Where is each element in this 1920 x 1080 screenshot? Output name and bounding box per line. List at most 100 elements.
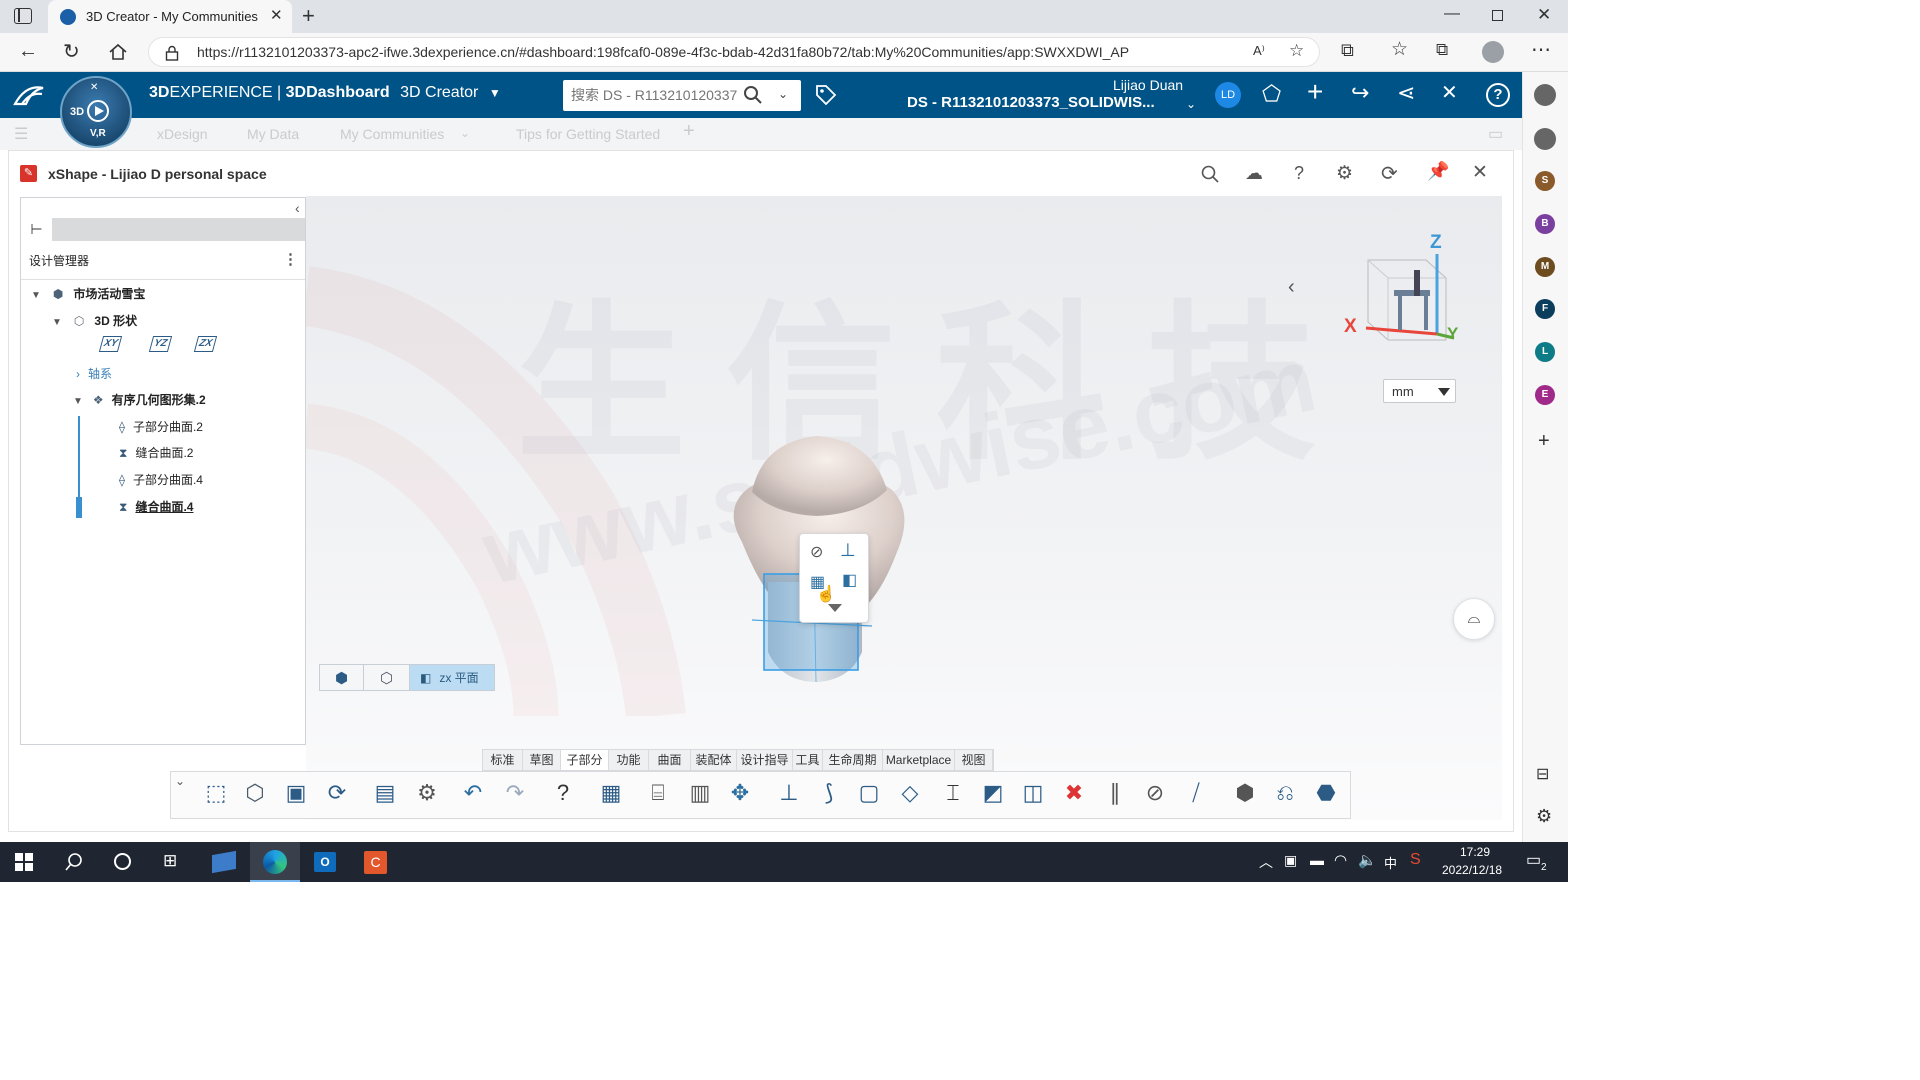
category-tab[interactable]: 曲面 (649, 750, 691, 770)
tab-tips[interactable]: Tips for Getting Started (516, 126, 660, 142)
profile-avatar[interactable] (1482, 41, 1504, 63)
tree-tab-icon[interactable]: ⊢ (21, 218, 52, 241)
yz-plane-icon[interactable]: YZ (148, 336, 172, 352)
box-frame-icon[interactable]: ⌶ (936, 776, 970, 810)
category-tab[interactable]: Marketplace (883, 750, 955, 770)
surface-icon[interactable]: ◩ (976, 776, 1010, 810)
tenant-dropdown-icon[interactable]: ⌄ (1186, 97, 1196, 111)
assembly-icon[interactable]: ⬣ (1309, 776, 1343, 810)
tree-item-3d-shape[interactable]: ▼ ⬡ 3D 形状 (52, 309, 137, 333)
search-input[interactable] (571, 84, 739, 106)
tree-expand-icon[interactable]: ▼ (31, 290, 41, 301)
chat-icon[interactable]: ▭ (1488, 124, 1503, 144)
sidebar-avatar[interactable]: S (1535, 171, 1555, 191)
part-filter-icon[interactable]: ⬢ (320, 665, 364, 690)
search-scope-dropdown-icon[interactable]: ⌄ (778, 87, 788, 101)
menu-icon[interactable]: ☰ (14, 124, 28, 144)
volume-icon[interactable]: 🔈 (1358, 851, 1377, 869)
home-icon[interactable] (108, 43, 128, 61)
app-refresh-icon[interactable]: ⟳ (1381, 161, 1398, 186)
compass-social-icon[interactable]: ✕ (90, 82, 98, 93)
tree-item-geoset[interactable]: ▼ ❖ 有序几何图形集.2 (73, 388, 206, 412)
notification-icon[interactable]: ▭ (1526, 850, 1541, 870)
new-tab-icon[interactable]: + (302, 3, 315, 29)
lattice-icon[interactable]: ▥ (683, 776, 717, 810)
mirror-icon[interactable]: ⎌ (1268, 776, 1302, 810)
sidebar-avatar[interactable]: F (1535, 299, 1555, 319)
share-icon[interactable]: ↪ (1351, 80, 1369, 106)
search-icon[interactable] (743, 85, 763, 105)
pin-icon[interactable]: 📌 (1427, 161, 1449, 182)
zx-plane-chip[interactable]: ◧ zx 平面 (410, 665, 494, 690)
cortana-icon[interactable] (114, 853, 131, 870)
presenter-app-icon[interactable]: C (364, 851, 387, 874)
battery-icon[interactable]: ▬ (1310, 852, 1324, 868)
3d-viewport[interactable]: 生信科技 www.solidwise.com ⊘ ⊥ ▦ ◧ ☝ ⬢ ⬡ ◧ zx… (306, 196, 1502, 820)
tree-item-child[interactable]: ⟠ 子部分曲面.2 (119, 415, 203, 439)
assistant-icon[interactable]: ⌓ (1453, 598, 1495, 640)
tree-collapsed-icon[interactable]: › (76, 367, 80, 381)
symmetry-icon[interactable]: ✥ (723, 776, 757, 810)
sidebar-panel-icon[interactable]: ⊟ (1536, 764, 1549, 784)
tab-actions-icon[interactable] (14, 8, 32, 24)
clock-date[interactable]: 2022/12/18 (1442, 863, 1502, 877)
tree-expand-icon[interactable]: ▼ (52, 317, 62, 328)
cube-icon[interactable]: ⬢ (1228, 776, 1262, 810)
remove-icon[interactable]: ✖ (1057, 776, 1091, 810)
category-tab[interactable]: 标准 (483, 750, 523, 770)
sphere-icon[interactable]: ⊘ (1138, 776, 1172, 810)
tab-my-data[interactable]: My Data (247, 126, 299, 142)
strands-icon[interactable]: ∥ (1098, 776, 1132, 810)
tree-item-root[interactable]: ▼ ⬢ 市场活动雪宝 (31, 282, 145, 306)
face-icon[interactable]: ◇ (893, 776, 927, 810)
app-close-icon[interactable]: ✕ (1472, 161, 1488, 184)
cloud-icon[interactable]: ☁ (1245, 163, 1263, 184)
wifi-icon[interactable]: ◠ (1334, 851, 1347, 869)
tray-expand-icon[interactable]: ︿ (1259, 852, 1273, 872)
browser-tab[interactable]: 3D Creator - My Communities ✕ (48, 0, 292, 33)
category-tab[interactable]: 视图 (955, 750, 993, 770)
tree-item-child-active[interactable]: ⧗ 缝合曲面.4 (119, 495, 193, 519)
sidebar-avatar[interactable]: B (1535, 214, 1555, 234)
hide-icon[interactable]: ⊘ (810, 542, 823, 562)
app-search-icon[interactable] (1201, 165, 1219, 183)
save-icon[interactable]: ▣ (279, 776, 313, 810)
action-bar-expand-icon[interactable]: ⌄ (175, 774, 185, 788)
undo-icon[interactable]: ↶ (456, 776, 490, 810)
plane-icon[interactable]: ⊥ (772, 776, 806, 810)
category-tab[interactable]: 子部分 (561, 750, 609, 770)
user-name[interactable]: Lijiao Duan (1113, 77, 1183, 93)
sidebar-avatar[interactable]: M (1535, 257, 1555, 277)
url-field[interactable]: https://r1132101203373-apc2-ifwe.3dexper… (148, 37, 1320, 67)
redo-icon[interactable]: ↷ (498, 776, 532, 810)
reload-icon[interactable]: ↻ (63, 39, 80, 64)
cylinder-icon[interactable]: ⌸ (641, 776, 675, 810)
read-aloud-icon[interactable]: A⁾ (1253, 43, 1265, 59)
window-close-icon[interactable]: ✕ (1537, 5, 1551, 25)
xy-plane-icon[interactable]: XY (98, 336, 123, 352)
collections-icon[interactable]: ⧉ (1436, 40, 1448, 60)
tree-item-child[interactable]: ⟠ 子部分曲面.4 (119, 468, 203, 492)
start-icon[interactable] (15, 853, 33, 871)
category-tab[interactable]: 功能 (609, 750, 649, 770)
plane-view-icon[interactable]: ◧ (842, 570, 857, 590)
extensions-icon[interactable]: ⧉ (1341, 40, 1354, 61)
ds-logo-icon[interactable] (12, 82, 46, 108)
sweep-icon[interactable]: ⧸ (1179, 776, 1213, 810)
category-tab[interactable]: 生命周期 (823, 750, 883, 770)
add-icon[interactable]: + (1307, 76, 1323, 108)
help-icon[interactable]: ? (1486, 83, 1510, 107)
sidebar-avatar[interactable]: E (1535, 385, 1555, 405)
sidebar-add-icon[interactable]: + (1538, 430, 1550, 453)
category-tab[interactable]: 装配体 (691, 750, 737, 770)
zx-plane-icon[interactable]: ZX (193, 336, 217, 352)
category-tab[interactable]: 设计指导 (737, 750, 793, 770)
normal-to-icon[interactable]: ⊥ (840, 540, 856, 561)
tenant-name[interactable]: DS - R1132101203373_SOLIDWIS... (907, 94, 1155, 111)
sidebar-app-icon[interactable] (1534, 84, 1556, 106)
app-settings-icon[interactable]: ⚙ (1336, 162, 1353, 185)
app-name[interactable]: 3D Creator (400, 84, 478, 101)
help-icon[interactable]: ? (546, 776, 580, 810)
settings-icon[interactable]: ⚙ (410, 776, 444, 810)
compass-play-icon[interactable] (87, 100, 109, 122)
